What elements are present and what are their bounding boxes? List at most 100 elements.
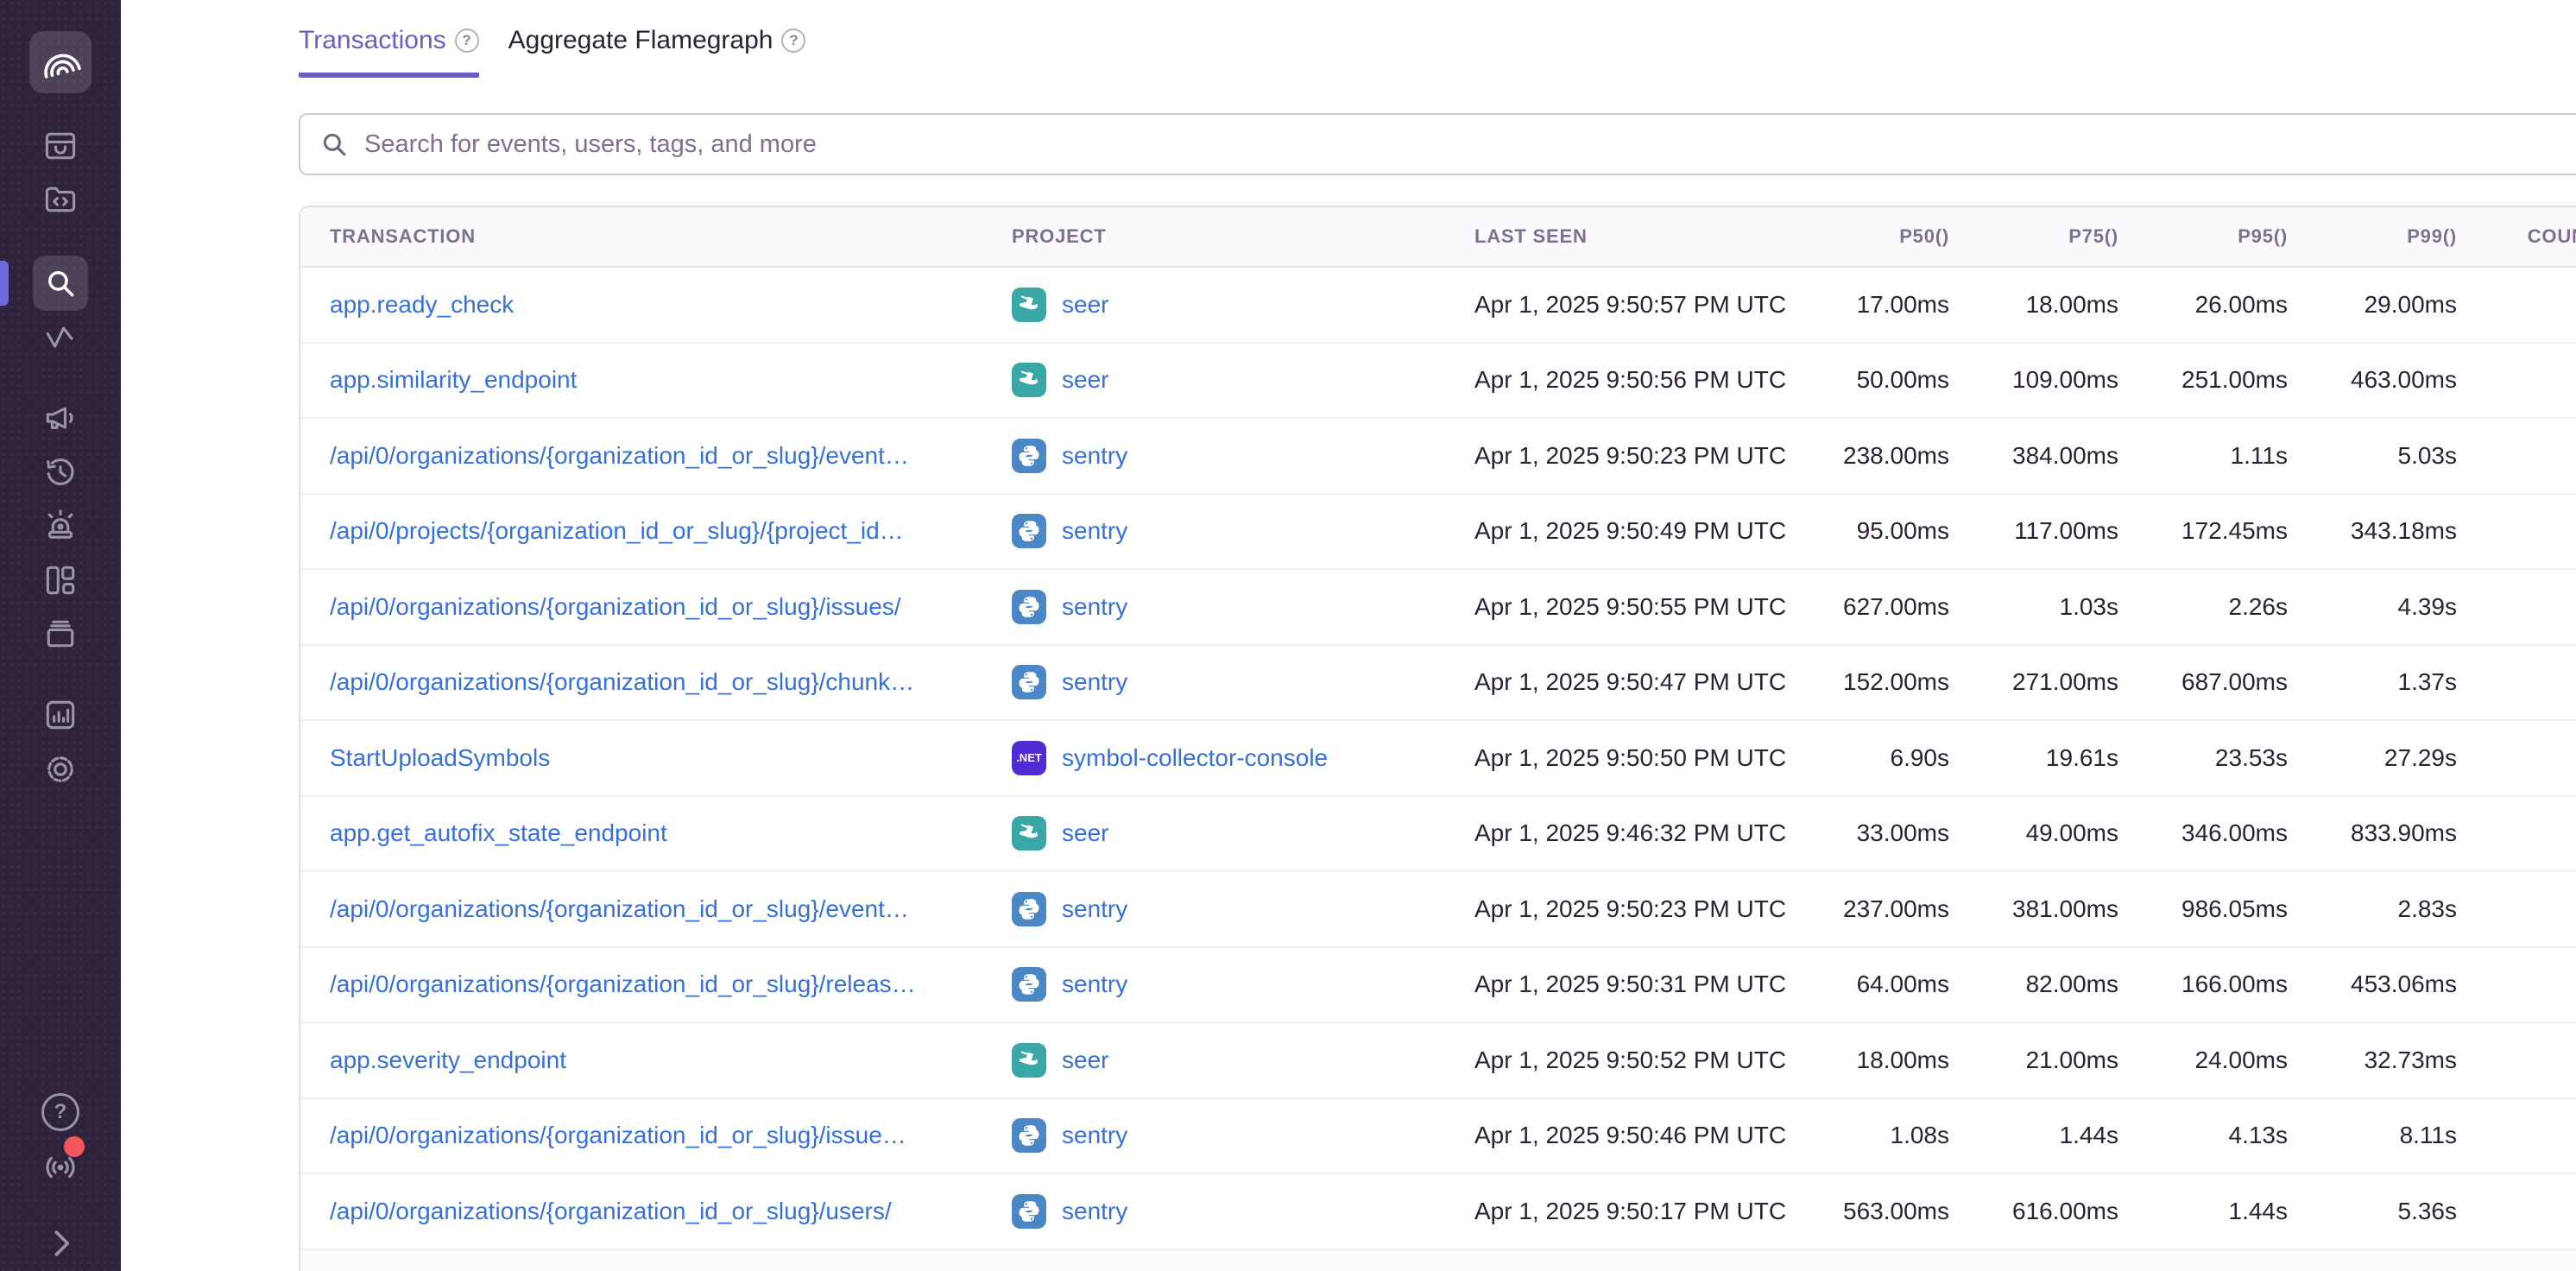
sidebar-item-issues[interactable] <box>41 127 79 165</box>
p50-cell: 627.00ms <box>1789 593 1949 621</box>
transaction-link[interactable]: StartUploadSymbols <box>330 744 550 771</box>
gear-icon <box>41 750 79 788</box>
sidebar-item-traces[interactable] <box>41 319 79 357</box>
column-header-p75[interactable]: P75() <box>1949 225 2118 248</box>
table-row[interactable]: app.similarity_endpoint .NET seer Apr 1,… <box>300 344 2576 420</box>
search-bar[interactable] <box>299 113 2576 175</box>
sidebar-collapse-button[interactable] <box>41 1224 79 1262</box>
table-row[interactable]: app.severity_endpoint .NET seer Apr 1, 2… <box>300 1023 2576 1099</box>
table-row[interactable]: /api/0/organizations/{organization_id_or… <box>300 570 2576 646</box>
transaction-link[interactable]: /api/0/organizations/{organization_id_or… <box>330 593 901 620</box>
table-row[interactable]: /api/0/organizations/{organization_id_or… <box>300 948 2576 1024</box>
table-row[interactable]: app.get_autofix_state_endpoint .NET seer… <box>300 797 2576 873</box>
table-footer <box>300 1250 2576 1271</box>
transaction-link[interactable]: /api/0/organizations/{organization_id_or… <box>330 895 909 922</box>
transaction-link[interactable]: /api/0/organizations/{organization_id_or… <box>330 668 914 695</box>
tab-transactions[interactable]: Transactions ? <box>299 26 479 78</box>
table-row[interactable]: /api/0/organizations/{organization_id_or… <box>300 646 2576 722</box>
transaction-cell: /api/0/organizations/{organization_id_or… <box>300 895 982 923</box>
p99-cell: 453.06ms <box>2288 971 2457 998</box>
transactions-table: TRANSACTION PROJECT LAST SEEN P50() P75(… <box>299 206 2576 1271</box>
project-link[interactable]: sentry <box>1062 517 1127 545</box>
table-row[interactable]: /api/0/organizations/{organization_id_or… <box>300 872 2576 948</box>
column-header-p99[interactable]: P99() <box>2288 225 2457 248</box>
p75-cell: 1.44s <box>1949 1122 2118 1149</box>
sidebar-item-alerts[interactable] <box>41 507 79 545</box>
table-row[interactable]: StartUploadSymbols .NET symbol-collector… <box>300 721 2576 797</box>
column-header-count[interactable]: COUNT() ↓ <box>2457 224 2576 250</box>
sidebar-item-search[interactable] <box>33 256 88 311</box>
project-cell: .NET symbol-collector-console <box>982 741 1445 775</box>
column-header-project[interactable]: PROJECT <box>982 225 1445 248</box>
python-platform-icon: .NET <box>1012 514 1046 548</box>
transaction-link[interactable]: /api/0/projects/{organization_id_or_slug… <box>330 517 904 544</box>
column-header-transaction[interactable]: TRANSACTION <box>300 225 982 248</box>
project-link[interactable]: sentry <box>1062 895 1127 923</box>
p99-cell: 8.11s <box>2288 1122 2457 1149</box>
table-row[interactable]: app.ready_check .NET seer Apr 1, 2025 9:… <box>300 268 2576 344</box>
project-link[interactable]: seer <box>1062 819 1108 847</box>
seer-platform-icon: .NET <box>1012 288 1046 322</box>
table-row[interactable]: /api/0/projects/{organization_id_or_slug… <box>300 495 2576 571</box>
siren-icon <box>41 507 79 545</box>
transaction-link[interactable]: app.get_autofix_state_endpoint <box>330 819 667 846</box>
sidebar-item-dashboards[interactable] <box>41 561 79 599</box>
project-link[interactable]: sentry <box>1062 1198 1127 1225</box>
column-header-p95[interactable]: P95() <box>2118 225 2288 248</box>
project-cell: .NET seer <box>982 363 1445 397</box>
transaction-link[interactable]: /api/0/organizations/{organization_id_or… <box>330 1122 906 1148</box>
tab-aggregate-flamegraph[interactable]: Aggregate Flamegraph ? <box>508 26 806 78</box>
folder-code-icon <box>41 180 79 218</box>
help-icon[interactable]: ? <box>781 28 805 53</box>
table-row[interactable]: /api/0/organizations/{organization_id_or… <box>300 419 2576 495</box>
p95-cell: 2.26s <box>2118 593 2288 621</box>
project-link[interactable]: sentry <box>1062 1122 1127 1149</box>
python-platform-icon: .NET <box>1012 665 1046 699</box>
transaction-cell: /api/0/organizations/{organization_id_or… <box>300 1198 982 1225</box>
p75-cell: 616.00ms <box>1949 1198 2118 1225</box>
column-header-p50[interactable]: P50() <box>1789 225 1949 248</box>
help-icon[interactable]: ? <box>455 28 479 53</box>
p75-cell: 19.61s <box>1949 744 2118 772</box>
project-link[interactable]: seer <box>1062 366 1108 394</box>
project-link[interactable]: sentry <box>1062 593 1127 621</box>
project-link[interactable]: sentry <box>1062 668 1127 696</box>
project-link[interactable]: seer <box>1062 291 1108 319</box>
p75-cell: 21.00ms <box>1949 1047 2118 1074</box>
search-icon <box>319 130 349 159</box>
transaction-link[interactable]: /api/0/organizations/{organization_id_or… <box>330 442 909 469</box>
project-link[interactable]: sentry <box>1062 442 1127 470</box>
transaction-link[interactable]: app.severity_endpoint <box>330 1047 566 1073</box>
project-link[interactable]: symbol-collector-console <box>1062 744 1328 772</box>
column-header-last-seen[interactable]: LAST SEEN <box>1445 225 1789 248</box>
sidebar-item-crons[interactable] <box>41 615 79 653</box>
p50-cell: 17.00ms <box>1789 291 1949 319</box>
sidebar-item-help[interactable]: ? <box>41 1093 79 1131</box>
transaction-link[interactable]: app.similarity_endpoint <box>330 366 577 393</box>
project-cell: .NET sentry <box>982 665 1445 699</box>
sidebar-item-explore[interactable] <box>41 180 79 218</box>
sidebar-item-settings[interactable] <box>41 750 79 788</box>
project-link[interactable]: sentry <box>1062 971 1127 998</box>
sidebar-item-feedback[interactable] <box>41 399 79 437</box>
project-link[interactable]: seer <box>1062 1047 1108 1074</box>
project-cell: .NET sentry <box>982 1118 1445 1153</box>
count-cell: 12k <box>2457 744 2576 772</box>
last-seen-cell: Apr 1, 2025 9:50:17 PM UTC <box>1445 1198 1789 1225</box>
transaction-link[interactable]: app.ready_check <box>330 291 514 318</box>
dashboard-icon <box>41 561 79 599</box>
seer-platform-icon: .NET <box>1012 363 1046 397</box>
table-row[interactable]: /api/0/organizations/{organization_id_or… <box>300 1174 2576 1250</box>
python-platform-icon: .NET <box>1012 967 1046 1002</box>
p50-cell: 1.08s <box>1789 1122 1949 1149</box>
transaction-link[interactable]: /api/0/organizations/{organization_id_or… <box>330 1198 892 1224</box>
sentry-logo[interactable] <box>29 31 92 93</box>
search-input[interactable] <box>364 130 2576 159</box>
p50-cell: 238.00ms <box>1789 442 1949 470</box>
last-seen-cell: Apr 1, 2025 9:50:23 PM UTC <box>1445 895 1789 923</box>
table-row[interactable]: /api/0/organizations/{organization_id_or… <box>300 1099 2576 1175</box>
sidebar-item-replays[interactable] <box>41 453 79 491</box>
sidebar-item-stats[interactable] <box>41 696 79 734</box>
transaction-link[interactable]: /api/0/organizations/{organization_id_or… <box>330 971 916 997</box>
p99-cell: 2.83s <box>2288 895 2457 923</box>
